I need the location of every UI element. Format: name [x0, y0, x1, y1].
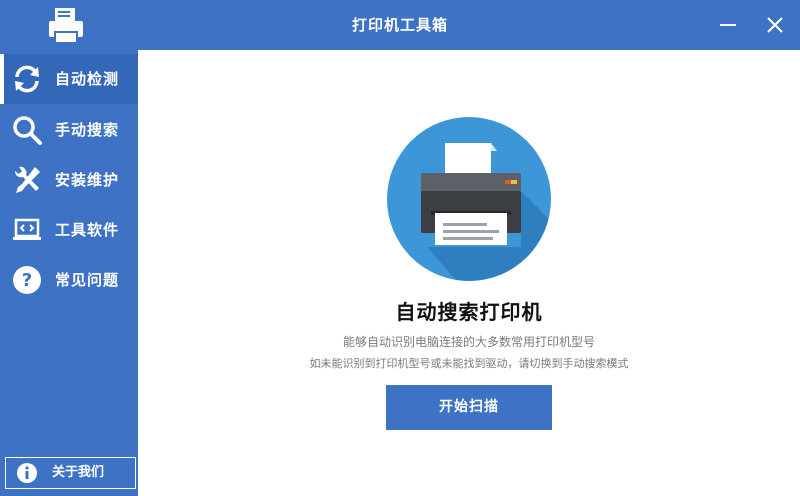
info-icon — [17, 463, 37, 483]
sidebar-item-label: 安装维护 — [55, 171, 120, 189]
svg-text:?: ? — [22, 270, 32, 291]
sidebar-item-label: 手动搜索 — [55, 121, 120, 139]
refresh-icon — [15, 65, 39, 93]
app-window: 打印机工具箱 自动检测 手动搜索 安装维护 工具软件 ? 常见问题 关于我们 自… — [0, 0, 800, 496]
sidebar-item-label: 自动检测 — [55, 70, 120, 88]
tools-icon — [14, 166, 40, 193]
laptop-code-icon — [13, 218, 41, 240]
sidebar-item-label: 常见问题 — [55, 271, 120, 289]
sidebar-item-tool-software[interactable]: 工具软件 — [0, 205, 138, 255]
description-line-1: 能够自动识别电脑连接的大多数常用打印机型号 — [342, 335, 595, 349]
printer-illustration — [387, 117, 551, 281]
close-button[interactable] — [761, 11, 789, 39]
app-logo — [0, 0, 138, 50]
main-panel: 自动搜索打印机 能够自动识别电脑连接的大多数常用打印机型号 如未能识别到打印机型… — [138, 50, 800, 496]
search-icon — [13, 116, 42, 145]
description-line-2: 如未能识别到打印机型号或未能找到驱动，请切换到手动搜索模式 — [309, 357, 629, 370]
start-scan-button[interactable]: 开始扫描 — [386, 385, 552, 430]
printer-logo-icon — [49, 8, 83, 44]
sidebar-item-manual-search[interactable]: 手动搜索 — [0, 105, 138, 155]
about-us-button[interactable]: 关于我们 — [5, 457, 136, 489]
minimize-button[interactable] — [714, 11, 742, 39]
sidebar: 自动检测 手动搜索 安装维护 工具软件 ? 常见问题 关于我们 — [0, 50, 138, 496]
sidebar-item-auto-detect[interactable]: 自动检测 — [0, 54, 138, 104]
page-heading: 自动搜索打印机 — [395, 300, 543, 324]
about-us-label: 关于我们 — [52, 465, 105, 480]
sidebar-item-faq[interactable]: ? 常见问题 — [0, 255, 138, 305]
sidebar-item-label: 工具软件 — [55, 221, 120, 239]
sidebar-item-install-maintenance[interactable]: 安装维护 — [0, 155, 138, 205]
close-icon — [767, 17, 783, 33]
minimize-icon — [720, 24, 736, 26]
question-icon: ? — [13, 266, 41, 294]
